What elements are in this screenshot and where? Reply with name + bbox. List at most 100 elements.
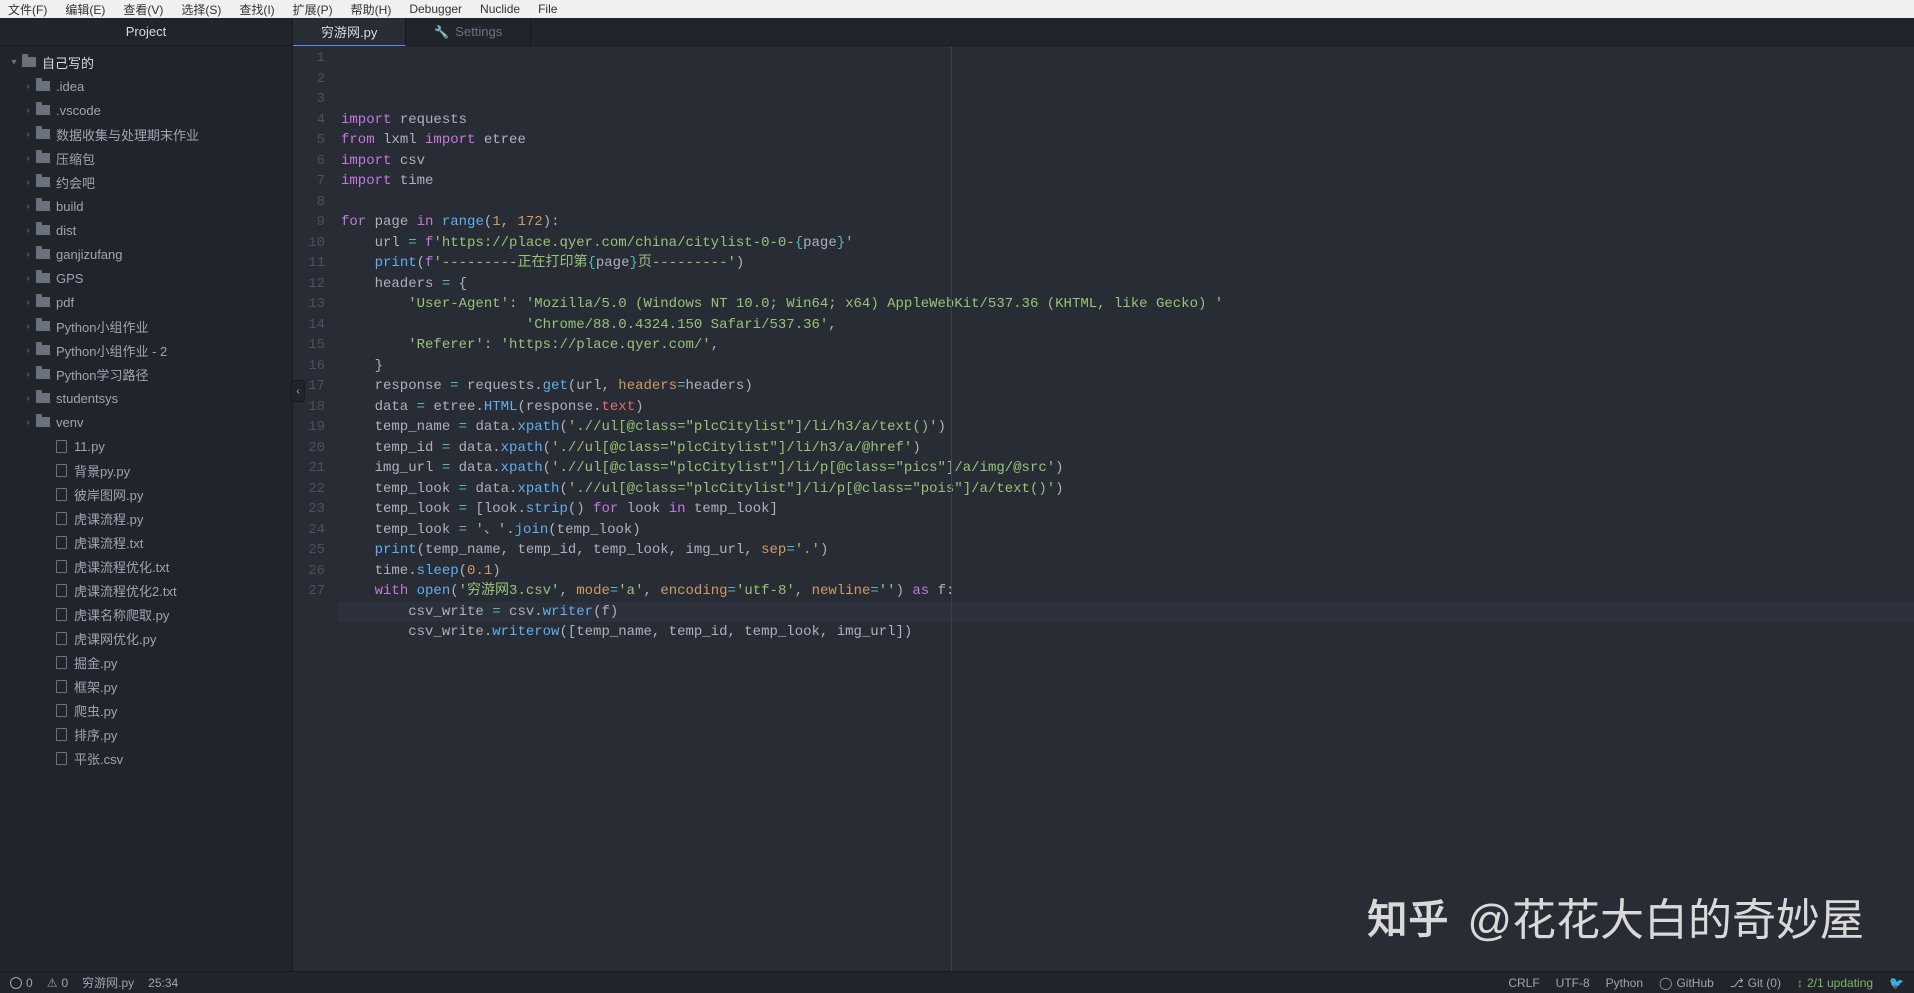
chevron-icon: › [22, 201, 34, 212]
status-warnings[interactable]: ⚠ 0 [47, 976, 68, 990]
code-line[interactable]: csv_write = csv.writer(f) [337, 602, 1914, 623]
menu-Nuclide[interactable]: Nuclide [480, 2, 520, 16]
file-icon [52, 728, 70, 741]
code-line[interactable]: url = f'https://place.qyer.com/china/cit… [341, 233, 1914, 254]
tree-item[interactable]: 平张.csv [0, 746, 292, 770]
status-twitter-icon[interactable]: 🐦 [1889, 976, 1904, 990]
tree-item[interactable]: 11.py [0, 434, 292, 458]
code-line[interactable]: with open('穷游网3.csv', mode='a', encoding… [341, 581, 1914, 602]
chevron-icon: › [22, 177, 34, 188]
code-line[interactable]: temp_look = data.xpath('.//ul[@class="pl… [341, 479, 1914, 500]
tree-item[interactable]: ›约会吧 [0, 170, 292, 194]
tree-item[interactable]: ›ganjizufang [0, 242, 292, 266]
code-content[interactable]: import requestsfrom lxml import etreeimp… [341, 46, 1914, 971]
tab-Settings[interactable]: 🔧Settings [406, 18, 531, 45]
tree-label: pdf [56, 295, 74, 310]
workspace: Project ▾自己写的›.idea›.vscode›数据收集与处理期末作业›… [0, 18, 1914, 971]
menu-扩展(P)[interactable]: 扩展(P) [293, 1, 333, 18]
menu-编辑(E)[interactable]: 编辑(E) [65, 1, 105, 18]
menu-File[interactable]: File [538, 2, 557, 16]
tree-item[interactable]: 虎课流程.txt [0, 530, 292, 554]
status-github[interactable]: ◯ GitHub [1659, 976, 1714, 990]
status-errors[interactable]: 0 [10, 976, 33, 990]
code-line[interactable] [341, 643, 1914, 664]
tab-穷游网.py[interactable]: 穷游网.py [293, 18, 406, 46]
code-line[interactable]: from lxml import etree [341, 130, 1914, 151]
menubar: 文件(F) 编辑(E) 查看(V) 选择(S) 查找(I) 扩展(P) 帮助(H) Debug… [0, 0, 1914, 18]
code-line[interactable]: import requests [341, 110, 1914, 131]
code-line[interactable]: csv_write.writerow([temp_name, temp_id, … [341, 622, 1914, 643]
tree-item[interactable]: ›.idea [0, 74, 292, 98]
status-encoding[interactable]: UTF-8 [1556, 976, 1590, 990]
tree-item[interactable]: ›venv [0, 410, 292, 434]
code-line[interactable]: print(f'---------正在打印第{page}页---------') [341, 253, 1914, 274]
code-line[interactable]: response = requests.get(url, headers=hea… [341, 376, 1914, 397]
menu-帮助(H)[interactable]: 帮助(H) [351, 1, 392, 18]
chevron-icon: › [22, 321, 34, 332]
tree-item[interactable]: ›Python小组作业 [0, 314, 292, 338]
status-eol[interactable]: CRLF [1508, 976, 1539, 990]
menu-选择(S)[interactable]: 选择(S) [181, 1, 221, 18]
code-line[interactable]: import csv [341, 151, 1914, 172]
file-tree[interactable]: ▾自己写的›.idea›.vscode›数据收集与处理期末作业›压缩包›约会吧›… [0, 46, 292, 971]
tree-item[interactable]: ›build [0, 194, 292, 218]
status-language[interactable]: Python [1606, 976, 1643, 990]
tree-item[interactable]: 彼岸图网.py [0, 482, 292, 506]
tree-item[interactable]: ›studentsys [0, 386, 292, 410]
code-line[interactable]: import time [341, 171, 1914, 192]
code-line[interactable]: for page in range(1, 172): [341, 212, 1914, 233]
menu-文件(F)[interactable]: 文件(F) [8, 1, 47, 18]
code-line[interactable]: temp_look = '、'.join(temp_look) [341, 520, 1914, 541]
tree-label: ganjizufang [56, 247, 123, 262]
file-icon [52, 536, 70, 549]
tree-item[interactable]: 虎课流程优化.txt [0, 554, 292, 578]
menu-查找(I)[interactable]: 查找(I) [239, 1, 274, 18]
code-line[interactable]: temp_id = data.xpath('.//ul[@class="plcC… [341, 438, 1914, 459]
tree-item[interactable]: 掘金.py [0, 650, 292, 674]
tree-item[interactable]: ›GPS [0, 266, 292, 290]
code-line[interactable]: temp_name = data.xpath('.//ul[@class="pl… [341, 417, 1914, 438]
code-line[interactable]: img_url = data.xpath('.//ul[@class="plcC… [341, 458, 1914, 479]
code-line[interactable]: 'Referer': 'https://place.qyer.com/', [341, 335, 1914, 356]
menu-查看(V)[interactable]: 查看(V) [123, 1, 163, 18]
tree-item[interactable]: 虎课网优化.py [0, 626, 292, 650]
tree-item[interactable]: 虎课流程优化2.txt [0, 578, 292, 602]
tree-item[interactable]: 框架.py [0, 674, 292, 698]
tree-item[interactable]: 背景py.py [0, 458, 292, 482]
code-editor[interactable]: 1234567891011121314151617181920212223242… [293, 46, 1914, 971]
file-icon [52, 752, 70, 765]
tree-item[interactable]: ›Python小组作业 - 2 [0, 338, 292, 362]
status-file[interactable]: 穷游网.py [82, 974, 134, 991]
status-updating[interactable]: ↕ 2/1 updating [1797, 976, 1873, 990]
folder-icon [34, 153, 52, 163]
tree-item[interactable]: 爬虫.py [0, 698, 292, 722]
code-line[interactable]: 'User-Agent': 'Mozilla/5.0 (Windows NT 1… [341, 294, 1914, 315]
file-icon [52, 464, 70, 477]
tree-item[interactable]: 排序.py [0, 722, 292, 746]
tree-label: 平张.csv [74, 749, 123, 768]
status-cursor[interactable]: 25:34 [148, 976, 178, 990]
code-line[interactable]: temp_look = [look.strip() for look in te… [341, 499, 1914, 520]
code-line[interactable]: 'Chrome/88.0.4324.150 Safari/537.36', [341, 315, 1914, 336]
code-line[interactable]: time.sleep(0.1) [341, 561, 1914, 582]
code-line[interactable] [341, 192, 1914, 213]
chevron-icon: ▾ [8, 57, 20, 68]
tree-item[interactable]: ›压缩包 [0, 146, 292, 170]
tree-item[interactable]: ›.vscode [0, 98, 292, 122]
status-git[interactable]: ⎇ Git (0) [1730, 976, 1781, 990]
tree-item[interactable]: ›Python学习路径 [0, 362, 292, 386]
tree-item[interactable]: ›dist [0, 218, 292, 242]
sidebar-toggle[interactable]: ‹ [291, 380, 305, 402]
tree-item[interactable]: 虎课名称爬取.py [0, 602, 292, 626]
folder-icon [34, 369, 52, 379]
tree-item[interactable]: 虎课流程.py [0, 506, 292, 530]
code-line[interactable]: headers = { [341, 274, 1914, 295]
code-line[interactable]: data = etree.HTML(response.text) [341, 397, 1914, 418]
file-icon [52, 680, 70, 693]
code-line[interactable]: print(temp_name, temp_id, temp_look, img… [341, 540, 1914, 561]
tree-item[interactable]: ›pdf [0, 290, 292, 314]
tree-item[interactable]: ›数据收集与处理期末作业 [0, 122, 292, 146]
menu-Debugger[interactable]: Debugger [409, 2, 462, 16]
code-line[interactable]: } [341, 356, 1914, 377]
tree-item[interactable]: ▾自己写的 [0, 50, 292, 74]
